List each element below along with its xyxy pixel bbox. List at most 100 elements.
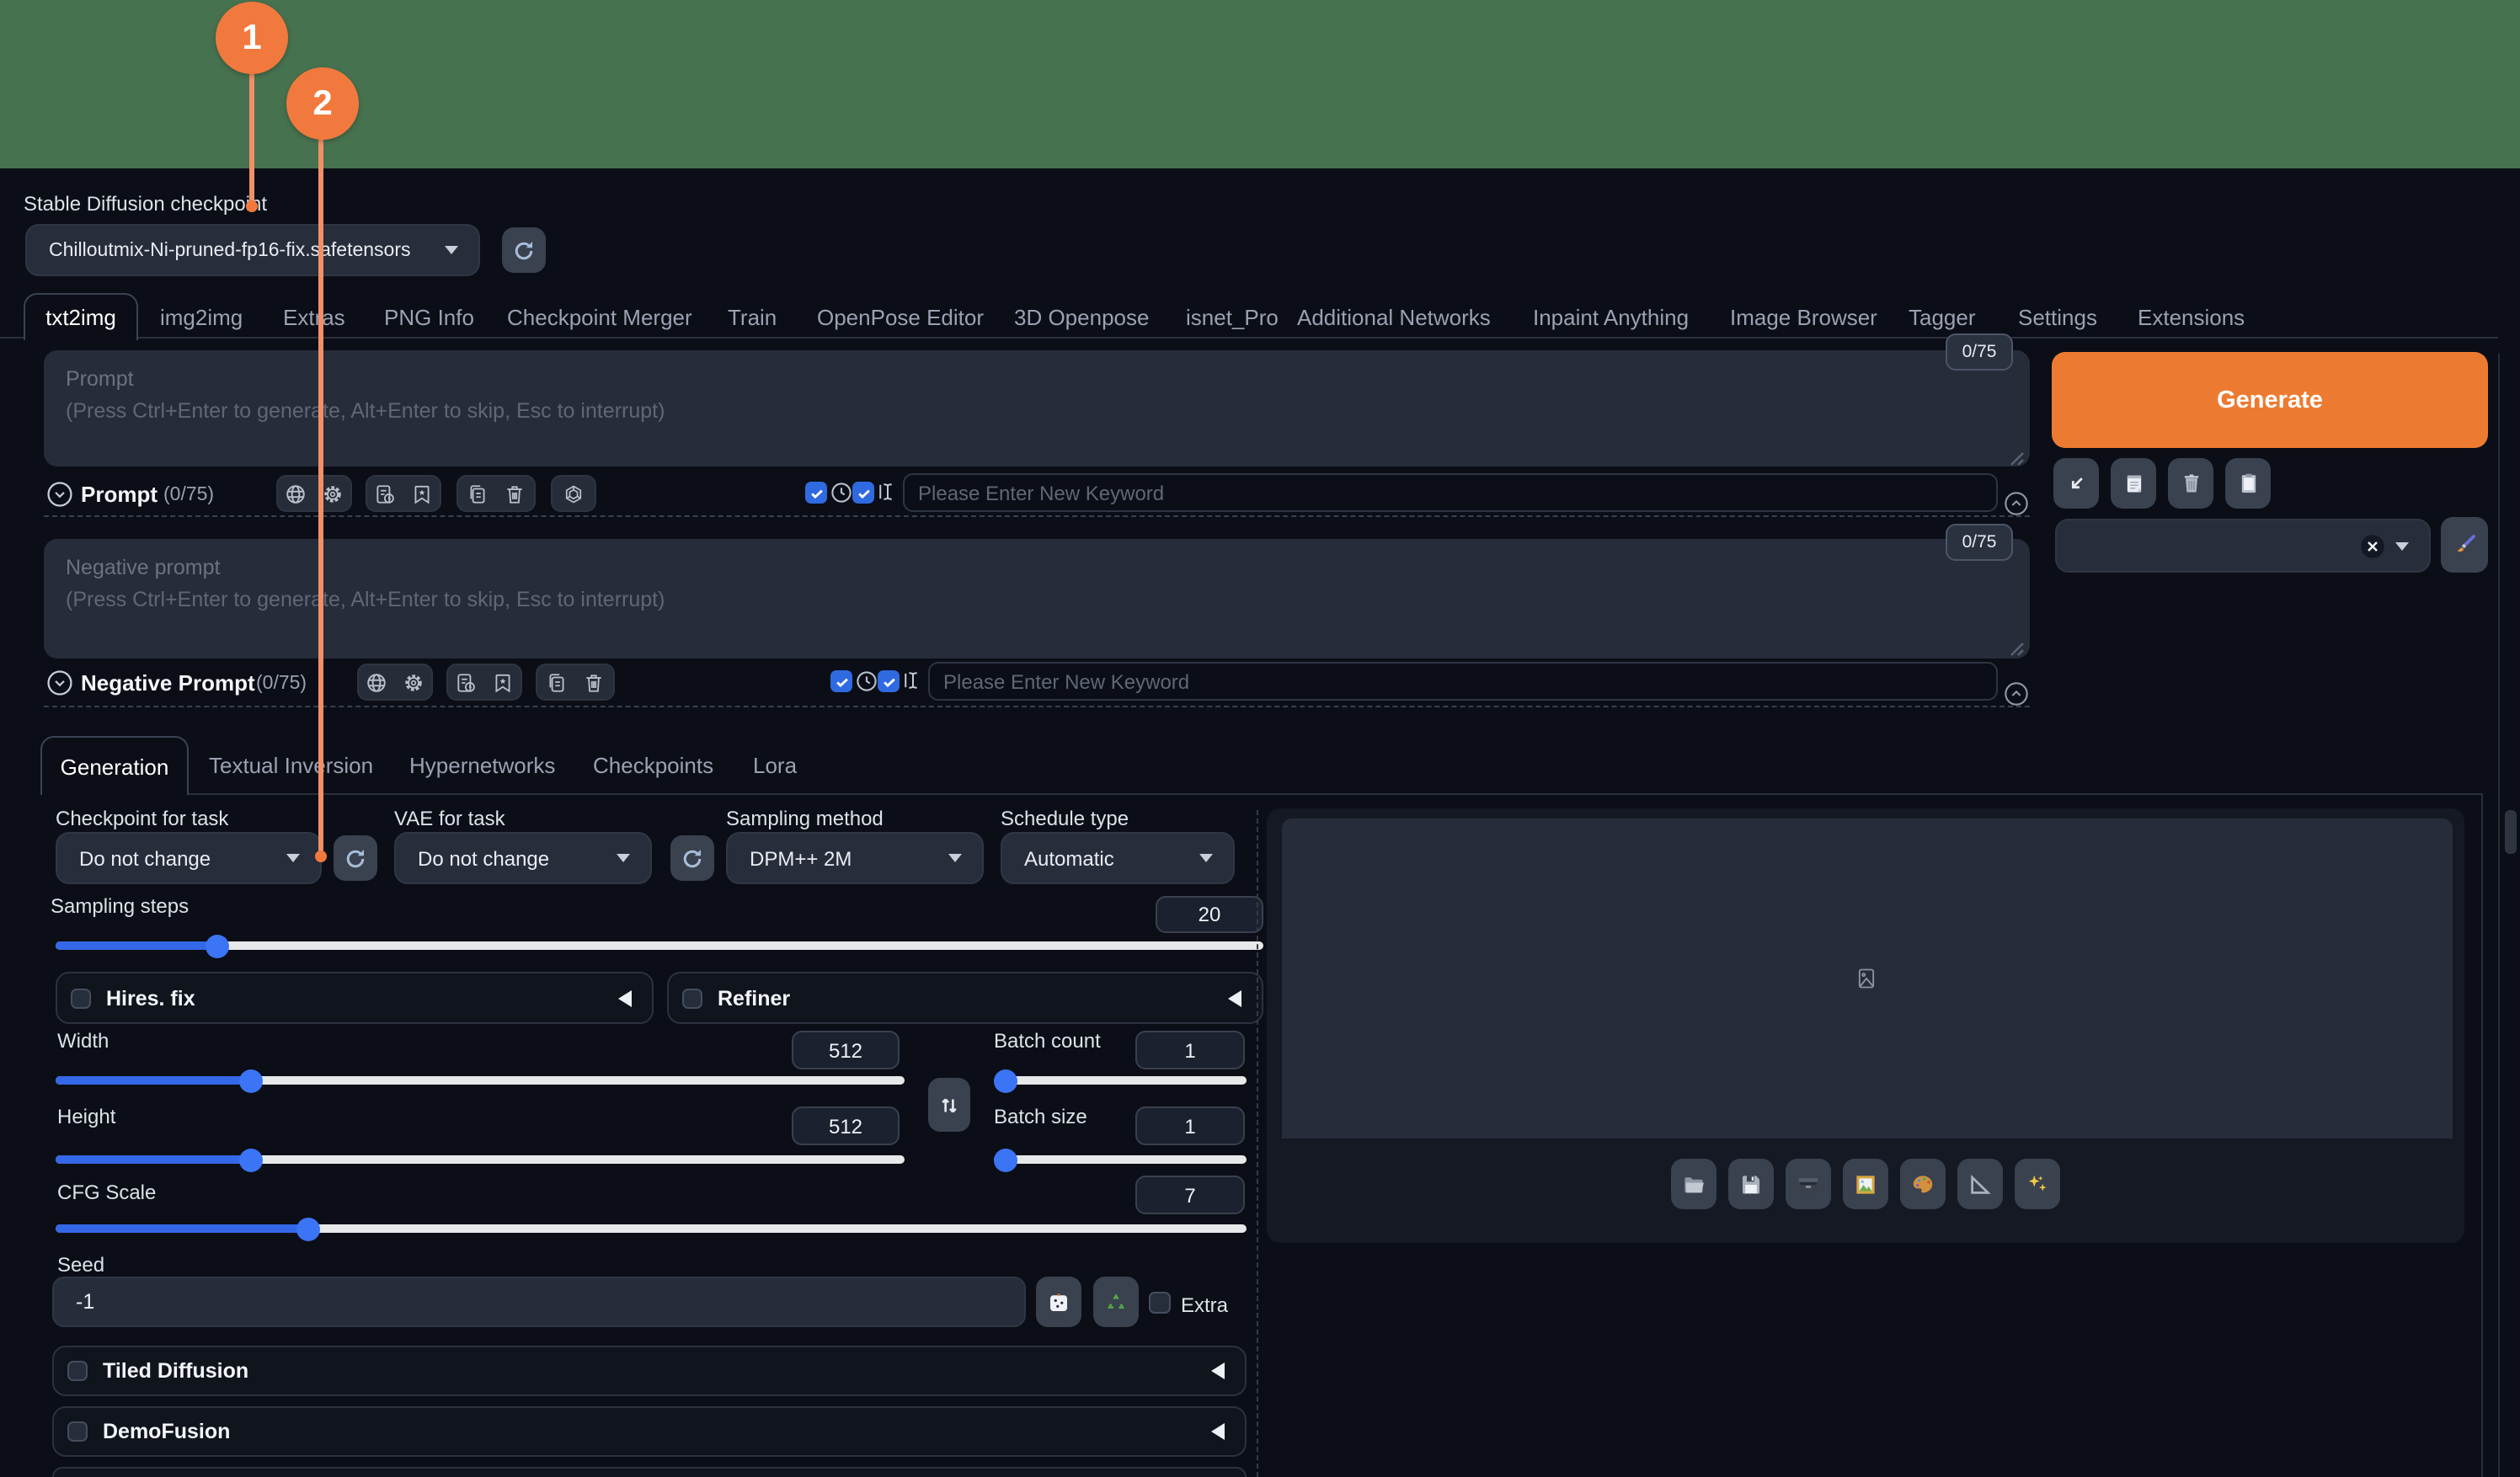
random-seed-button[interactable] — [1036, 1277, 1081, 1327]
swap-dimensions-button[interactable] — [928, 1078, 970, 1132]
demofusion-accordion[interactable]: DemoFusion — [52, 1406, 1247, 1457]
trash-icon[interactable] — [504, 483, 526, 504]
sampling-steps-input[interactable] — [1156, 896, 1263, 933]
save-image-button[interactable] — [1728, 1159, 1774, 1209]
vae-for-task-dropdown[interactable]: Do not change — [394, 832, 652, 884]
demofusion-checkbox[interactable] — [67, 1421, 88, 1442]
tab-isnet-pro[interactable]: isnet_Pro — [1186, 305, 1279, 330]
keyword-history-icon[interactable] — [854, 669, 879, 694]
copy-icon[interactable] — [467, 483, 489, 504]
gear-icon[interactable] — [403, 671, 424, 693]
sampling-steps-slider-handle[interactable] — [206, 935, 229, 958]
prompt-keyword-checkbox-1[interactable] — [805, 482, 827, 504]
tab-train[interactable]: Train — [728, 305, 777, 330]
interrupt-skip-button[interactable] — [2053, 458, 2099, 509]
tab-image-browser[interactable]: Image Browser — [1730, 305, 1877, 330]
refresh-task-checkpoint-button[interactable] — [334, 835, 377, 881]
tab-extras[interactable]: Extras — [283, 305, 345, 330]
sampling-method-dropdown[interactable]: DPM++ 2M — [726, 832, 984, 884]
clear-prompt-button[interactable] — [2168, 458, 2213, 509]
batch-count-input[interactable] — [1135, 1031, 1245, 1069]
checkpoint-dropdown[interactable]: Chilloutmix-Ni-pruned-fp16-fix.safetenso… — [25, 224, 480, 276]
history-doc-icon[interactable] — [455, 671, 477, 693]
refresh-checkpoints-button[interactable] — [502, 227, 546, 273]
tab-generation[interactable]: Generation — [40, 736, 189, 795]
resize-handle-icon[interactable] — [2008, 640, 2025, 657]
negative-prompt-textarea[interactable]: Negative prompt (Press Ctrl+Enter to gen… — [44, 539, 2030, 659]
bookmark-star-icon[interactable] — [411, 483, 433, 504]
clear-selection-icon[interactable] — [2360, 533, 2385, 558]
styles-dropdown[interactable] — [2055, 519, 2431, 573]
extra-seed-checkbox[interactable] — [1149, 1292, 1171, 1314]
tab-settings[interactable]: Settings — [2018, 305, 2097, 330]
batch-size-input[interactable] — [1135, 1106, 1245, 1145]
cfg-scale-slider-handle[interactable] — [296, 1218, 320, 1241]
open-folder-button[interactable] — [1671, 1159, 1716, 1209]
seed-input[interactable] — [52, 1277, 1026, 1327]
tab-additional-networks[interactable]: Additional Networks — [1297, 305, 1491, 330]
tab-png-info[interactable]: PNG Info — [384, 305, 474, 330]
copy-icon[interactable] — [546, 671, 568, 693]
tab-inpaint-anything[interactable]: Inpaint Anything — [1533, 305, 1689, 330]
negative-keyword-checkbox-1[interactable] — [830, 670, 852, 692]
prompt-keyword-checkbox-2[interactable] — [852, 482, 874, 504]
reuse-seed-button[interactable] — [1093, 1277, 1139, 1327]
style-apply-button[interactable] — [2225, 458, 2271, 509]
tab-hypernetworks[interactable]: Hypernetworks — [409, 753, 555, 778]
send-to-inpaint-button[interactable] — [1900, 1159, 1946, 1209]
scrollbar-thumb[interactable] — [2505, 810, 2517, 854]
batch-size-slider-handle[interactable] — [994, 1149, 1017, 1172]
send-to-extras-button[interactable] — [1957, 1159, 2003, 1209]
trash-icon[interactable] — [583, 671, 605, 693]
width-slider-handle[interactable] — [239, 1069, 263, 1093]
keyword-history-icon[interactable] — [829, 480, 854, 505]
tab-lora[interactable]: Lora — [753, 753, 797, 778]
tab-img2img[interactable]: img2img — [160, 305, 243, 330]
tiled-diffusion-checkbox[interactable] — [67, 1361, 88, 1381]
prompt-collapse-icon[interactable] — [45, 480, 74, 509]
tab-tagger[interactable]: Tagger — [1909, 305, 1976, 330]
hires-fix-accordion[interactable]: Hires. fix — [56, 972, 654, 1024]
globe-icon[interactable] — [366, 671, 387, 693]
history-doc-icon[interactable] — [374, 483, 396, 504]
tab-openpose-editor[interactable]: OpenPose Editor — [817, 305, 984, 330]
column-divider[interactable] — [1257, 810, 1258, 1477]
width-input[interactable] — [792, 1031, 900, 1069]
prompt-keyword-input[interactable] — [903, 473, 1998, 512]
checkpoint-for-task-dropdown[interactable]: Do not change — [56, 832, 322, 884]
negative-keyword-checkbox-2[interactable] — [878, 670, 900, 692]
generate-button[interactable]: Generate — [2052, 352, 2488, 448]
schedule-type-dropdown[interactable]: Automatic — [1001, 832, 1235, 884]
height-slider-handle[interactable] — [239, 1149, 263, 1172]
tiled-diffusion-accordion[interactable]: Tiled Diffusion — [52, 1346, 1247, 1396]
negative-collapse-icon[interactable] — [45, 669, 74, 697]
text-cursor-icon[interactable] — [901, 669, 925, 692]
tab-textual-inversion[interactable]: Textual Inversion — [209, 753, 373, 778]
prompt-panel-collapse-icon[interactable] — [2003, 490, 2030, 517]
refresh-vae-button[interactable] — [670, 835, 714, 881]
globe-icon[interactable] — [285, 483, 307, 504]
gear-icon[interactable] — [322, 483, 344, 504]
negative-keyword-input[interactable] — [928, 662, 1998, 701]
prompt-textarea[interactable]: Prompt (Press Ctrl+Enter to generate, Al… — [44, 350, 2030, 467]
sampling-steps-slider[interactable] — [56, 941, 1263, 950]
bookmark-star-icon[interactable] — [492, 671, 514, 693]
refiner-accordion[interactable]: Refiner — [667, 972, 1263, 1024]
send-to-img2img-button[interactable] — [1843, 1159, 1888, 1209]
hires-fix-checkbox[interactable] — [71, 988, 91, 1008]
cfg-scale-input[interactable] — [1135, 1176, 1245, 1214]
next-accordion-partial[interactable] — [52, 1467, 1247, 1477]
tab-checkpoint-merger[interactable]: Checkpoint Merger — [507, 305, 692, 330]
openai-icon[interactable] — [563, 483, 585, 504]
upscale-button[interactable] — [2015, 1159, 2060, 1209]
tab-txt2img[interactable]: txt2img — [24, 293, 138, 340]
save-zip-button[interactable] — [1786, 1159, 1831, 1209]
tab-extensions[interactable]: Extensions — [2138, 305, 2245, 330]
resize-handle-icon[interactable] — [2008, 450, 2025, 467]
edit-styles-button[interactable] — [2441, 517, 2488, 573]
batch-size-slider[interactable] — [994, 1155, 1247, 1164]
tab-3d-openpose[interactable]: 3D Openpose — [1014, 305, 1149, 330]
batch-count-slider-handle[interactable] — [994, 1069, 1017, 1093]
batch-count-slider[interactable] — [994, 1076, 1247, 1085]
height-input[interactable] — [792, 1106, 900, 1145]
